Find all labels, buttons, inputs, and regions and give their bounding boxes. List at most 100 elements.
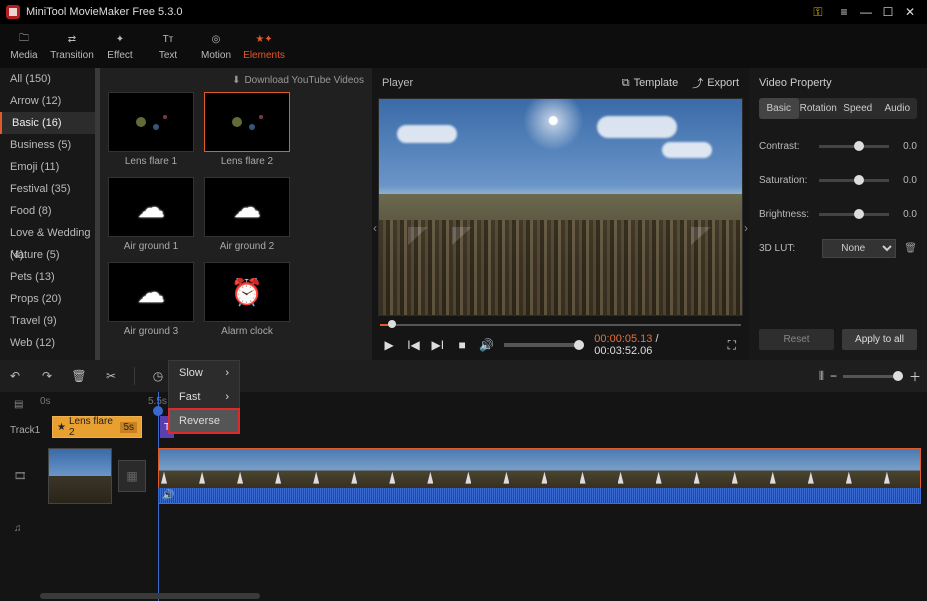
zoom-slider[interactable] xyxy=(843,375,903,378)
category-item[interactable]: All (150) xyxy=(0,68,100,90)
next-frame-button[interactable]: ▶I xyxy=(431,338,445,352)
redo-button[interactable]: ↷ xyxy=(38,369,56,383)
motion-icon: ◎ xyxy=(212,32,221,48)
lut-select[interactable]: None xyxy=(822,239,896,258)
tab-elements[interactable]: ★✦Elements xyxy=(240,24,288,68)
minimize-button[interactable]: — xyxy=(855,1,877,23)
video-source-thumbnail[interactable] xyxy=(48,448,112,504)
volume-slider[interactable] xyxy=(504,343,584,347)
prev-frame-button[interactable]: I◀ xyxy=(406,338,420,352)
category-item[interactable]: Web (12) xyxy=(0,332,100,354)
audio-toggle-icon[interactable]: ⫴ xyxy=(819,369,824,384)
upgrade-key-icon[interactable]: ⚿ xyxy=(807,1,829,23)
props-title: Video Property xyxy=(759,68,917,98)
category-item[interactable]: Travel (9) xyxy=(0,310,100,332)
tab-motion[interactable]: ◎Motion xyxy=(192,24,240,68)
app-logo xyxy=(6,5,20,19)
export-button[interactable]: ⤴Export xyxy=(692,75,739,91)
volume-icon[interactable]: 🔊 xyxy=(479,338,494,352)
element-thumb xyxy=(108,92,194,152)
element-thumb xyxy=(204,92,290,152)
clip-speaker-icon: 🔊 xyxy=(162,490,174,501)
props-tab-audio[interactable]: Audio xyxy=(878,98,918,119)
contrast-slider[interactable] xyxy=(819,145,889,148)
zoom-in-button[interactable]: ＋ xyxy=(909,368,921,385)
props-tab-speed[interactable]: Speed xyxy=(838,98,878,119)
undo-button[interactable]: ↶ xyxy=(6,369,24,383)
speed-button[interactable]: ◷ xyxy=(149,369,167,383)
tab-effect[interactable]: ✦Effect xyxy=(96,24,144,68)
player-viewport[interactable] xyxy=(378,98,743,316)
audio-waveform[interactable] xyxy=(158,488,921,504)
element-label: Lens flare 1 xyxy=(125,156,177,167)
category-item[interactable]: Festival (35) xyxy=(0,178,100,200)
element-thumb: ☁ xyxy=(108,262,194,322)
category-item[interactable]: Emoji (11) xyxy=(0,156,100,178)
element-clip-star-icon: ★ xyxy=(57,422,66,433)
close-button[interactable]: ✕ xyxy=(899,1,921,23)
stop-button[interactable]: ■ xyxy=(455,338,469,352)
saturation-slider[interactable] xyxy=(819,179,889,182)
time-duration: 00:03:52.06 xyxy=(594,345,652,357)
template-icon: ⧉ xyxy=(622,77,630,90)
zoom-out-button[interactable]: − xyxy=(830,369,837,383)
category-item[interactable]: Business (5) xyxy=(0,134,100,156)
speed-menu-fast[interactable]: Fast› xyxy=(169,385,239,409)
category-item[interactable]: Props (20) xyxy=(0,288,100,310)
timeline-ruler[interactable]: 0s 5.5s xyxy=(158,392,927,416)
media-icon: 🗀 xyxy=(19,32,29,48)
elements-icon: ★✦ xyxy=(255,32,272,48)
text-icon: Tᴛ xyxy=(163,32,174,48)
speed-menu-reverse[interactable]: Reverse xyxy=(169,409,239,433)
brightness-label: Brightness: xyxy=(759,209,813,220)
brightness-slider[interactable] xyxy=(819,213,889,216)
element-item[interactable]: ☁Air ground 2 xyxy=(204,177,290,252)
tab-text[interactable]: TᴛText xyxy=(144,24,192,68)
category-item[interactable]: Arrow (12) xyxy=(0,90,100,112)
ruler-tick: 0s xyxy=(40,396,51,407)
contrast-label: Contrast: xyxy=(759,141,813,152)
element-clip[interactable]: ★ Lens flare 2 5s xyxy=(52,416,142,438)
video-placeholder-thumbnail[interactable]: ▦ xyxy=(118,460,146,492)
category-item[interactable]: Nature (5) xyxy=(0,244,100,266)
category-item[interactable]: Love & Wedding (4) xyxy=(0,222,100,244)
delete-button[interactable]: 🗑 xyxy=(70,369,88,383)
element-clip-label: Lens flare 2 xyxy=(69,416,117,438)
timeline-scrollbar[interactable] xyxy=(40,593,260,599)
element-item[interactable]: Lens flare 1 xyxy=(108,92,194,167)
element-item[interactable]: ☁Air ground 1 xyxy=(108,177,194,252)
tab-media[interactable]: 🗀Media xyxy=(0,24,48,68)
download-youtube-link[interactable]: ⬇ Download YouTube Videos xyxy=(108,68,364,92)
element-thumb: ☁ xyxy=(204,177,290,237)
speed-menu: Slow›Fast›Reverse xyxy=(168,360,240,434)
export-icon: ⤴ xyxy=(692,75,703,91)
sidebar-scrollbar[interactable] xyxy=(95,68,100,360)
play-button[interactable]: ▶ xyxy=(382,338,396,352)
chevron-right-icon: › xyxy=(225,367,229,379)
fullscreen-button[interactable]: ⛶ xyxy=(725,338,739,353)
props-tab-basic[interactable]: Basic xyxy=(759,98,799,119)
effect-icon: ✦ xyxy=(116,32,124,48)
saturation-label: Saturation: xyxy=(759,175,813,186)
element-item[interactable]: Lens flare 2 xyxy=(204,92,290,167)
audio-track[interactable] xyxy=(158,532,927,572)
split-button[interactable]: ✂ xyxy=(102,369,120,383)
speed-menu-slow[interactable]: Slow› xyxy=(169,361,239,385)
template-button[interactable]: ⧉Template xyxy=(622,77,679,90)
category-item[interactable]: Basic (16) xyxy=(0,112,100,134)
props-tab-rotation[interactable]: Rotation xyxy=(799,98,839,119)
lut-delete-icon[interactable]: 🗑 xyxy=(904,243,917,254)
element-item[interactable]: ☁Air ground 3 xyxy=(108,262,194,337)
apply-all-button[interactable]: Apply to all xyxy=(842,329,917,350)
timeline-layers-icon[interactable]: ▤ xyxy=(0,392,158,416)
category-item[interactable]: Food (8) xyxy=(0,200,100,222)
menu-icon[interactable]: ≡ xyxy=(833,1,855,23)
maximize-button[interactable]: ☐ xyxy=(877,1,899,23)
tab-transition[interactable]: ⇄Transition xyxy=(48,24,96,68)
category-item[interactable]: Pets (13) xyxy=(0,266,100,288)
element-item[interactable]: ⏰Alarm clock xyxy=(204,262,290,337)
reset-button[interactable]: Reset xyxy=(759,329,834,350)
chevron-right-icon: › xyxy=(225,391,229,403)
player-title: Player xyxy=(382,77,413,89)
seek-bar[interactable] xyxy=(380,320,741,330)
